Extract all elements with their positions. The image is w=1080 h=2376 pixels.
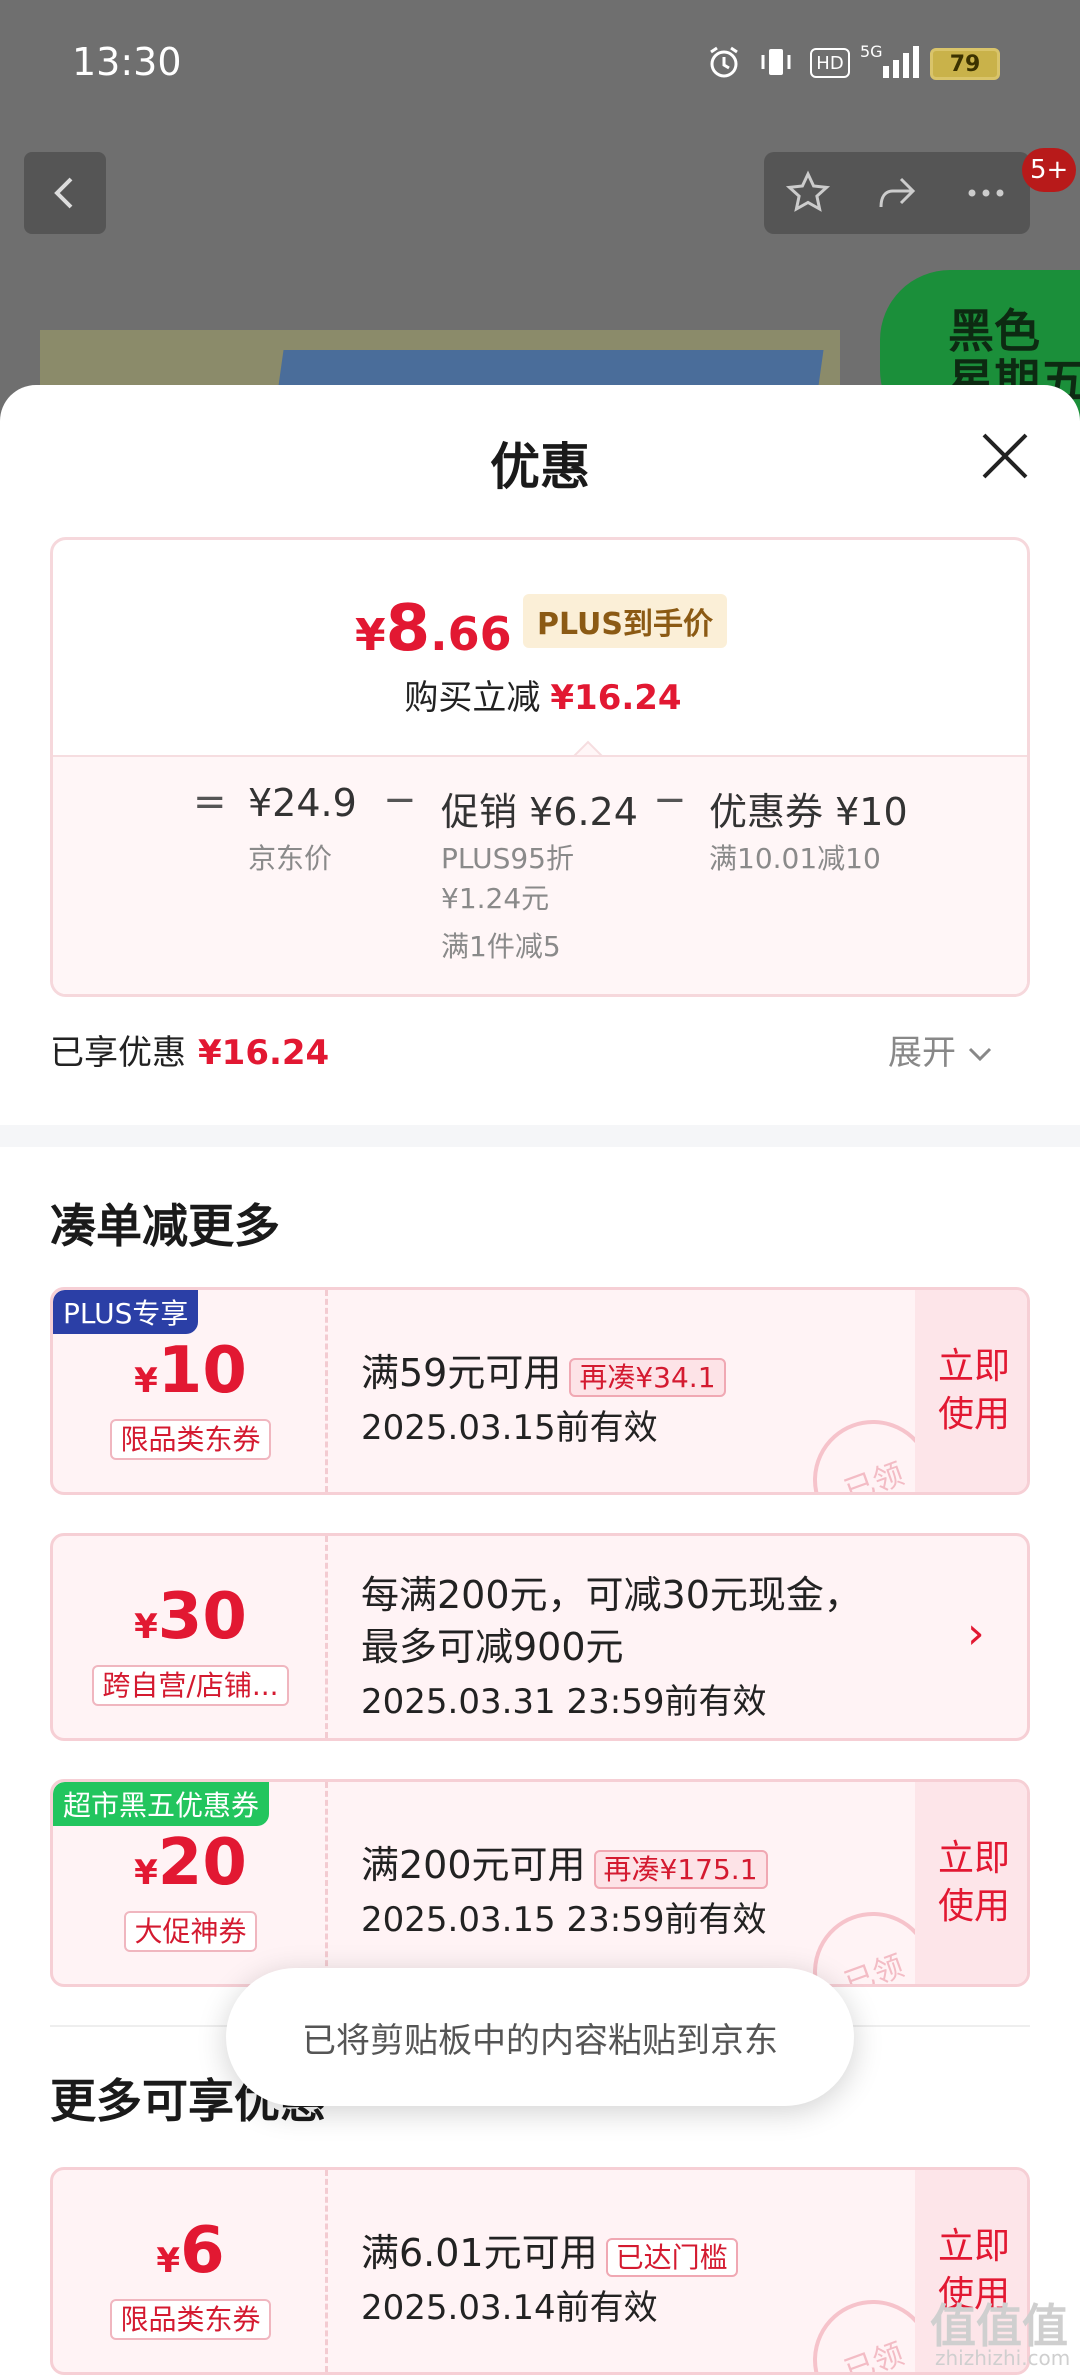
coupon-condition-text: 满59元可用 — [361, 1351, 562, 1395]
clipboard-toast: 已将剪贴板中的内容粘贴到京东 — [226, 1968, 854, 2106]
coupon-value: 10 — [157, 1334, 247, 1408]
coupon-tag: 再凑¥175.1 — [593, 1849, 768, 1889]
chevron-down-icon — [968, 1047, 991, 1062]
promo-label: 促销 — [441, 790, 518, 834]
formula-minus-1: − — [383, 777, 417, 823]
notification-badge: 5+ — [1022, 148, 1077, 192]
promo-value: ¥6.24 — [529, 790, 638, 834]
coupon-amount: ¥30 — [53, 1580, 328, 1654]
coupon-condition: 每满200元，可减30元现金， — [361, 1573, 862, 1617]
vibrate-icon — [756, 44, 796, 80]
price-integer: 8 — [385, 592, 431, 666]
back-arrow-icon — [54, 177, 73, 209]
reduce-label: 购买立减 — [404, 678, 541, 718]
promo-detail-2: ¥1.24元 — [441, 882, 550, 915]
back-button[interactable] — [24, 152, 106, 234]
status-bar: 13:30 HD 5G 79 — [0, 0, 1080, 130]
coupon-value: 20 — [157, 1826, 247, 1900]
coupon-amount: 优惠券 ¥10 — [709, 781, 908, 836]
signal-icon: 5G — [858, 42, 922, 80]
reduce-row: 购买立减 ¥16.24 — [53, 670, 1027, 719]
coupon-type: 跨自营/店铺... — [92, 1665, 289, 1706]
black-friday-coupon-badge: 超市黑五优惠券 — [53, 1782, 270, 1826]
promo-amount: 促销 ¥6.24 — [441, 781, 638, 836]
coupon-date: 2025.03.15 23:59前有效 — [361, 1900, 767, 1940]
coupon-tag: 再凑¥34.1 — [569, 1357, 726, 1397]
coupon-value: 6 — [180, 2214, 225, 2288]
enjoyed-label: 已享优惠 — [50, 1033, 186, 1073]
coupon-type-wrap: 大促神券 — [53, 1910, 328, 1952]
coupon-date: 2025.03.31 23:59前有效 — [361, 1682, 767, 1722]
price-formula: = ¥24.9 京东价 − 促销 ¥6.24 PLUS95折 ¥1.24元 满1… — [53, 755, 1027, 994]
promo-detail-3: 满1件减5 — [441, 930, 561, 963]
coupon-currency: ¥ — [134, 1607, 158, 1647]
coupon-value: 30 — [157, 1580, 247, 1654]
coupon-type-wrap: 跨自营/店铺... — [53, 1664, 328, 1706]
coupon-value: ¥10 — [835, 790, 908, 834]
coupon-currency: ¥ — [156, 2241, 181, 2281]
sheet-title: 优惠 — [490, 438, 590, 496]
status-time: 13:30 — [72, 40, 182, 84]
coupon-type: 大促神券 — [124, 1911, 257, 1952]
promo-detail-1: PLUS95折 — [441, 842, 574, 875]
coupon-condition-text: 满6.01元可用 — [361, 2231, 598, 2275]
coupon-card[interactable]: ¥30 跨自营/店铺... 每满200元，可减30元现金， 最多可减900元 2… — [50, 1533, 1030, 1741]
more-icon[interactable] — [962, 169, 1010, 217]
plus-price-tag: PLUS到手价 — [523, 594, 728, 648]
plus-exclusive-badge: PLUS专享 — [53, 1290, 199, 1334]
coupon-condition-text: 满200元可用 — [361, 1843, 586, 1887]
coupon-condition: 满6.01元可用 已达门槛 — [361, 2222, 738, 2277]
jd-price-label: 京东价 — [248, 842, 333, 875]
enjoyed-discount: 已享优惠 ¥16.24 — [50, 1025, 329, 1074]
battery-icon: 79 — [930, 48, 1000, 80]
alarm-icon — [704, 44, 744, 80]
use-now-button[interactable]: 立即 使用 — [915, 1290, 1027, 1492]
coupon-amount: ¥20 — [53, 1826, 328, 1900]
use-now-button[interactable]: 立即 使用 — [915, 1782, 1027, 1984]
coupon-condition: 满200元可用 再凑¥175.1 — [361, 1834, 768, 1889]
price-currency: ¥ — [355, 610, 386, 661]
coupon-condition: 满59元可用 再凑¥34.1 — [361, 1342, 726, 1397]
hd-icon: HD — [810, 48, 850, 78]
formula-equals: = — [193, 779, 227, 825]
coupon-type: 限品类东券 — [110, 2299, 271, 2340]
coupon-currency: ¥ — [134, 1361, 158, 1401]
enjoyed-value: ¥16.24 — [198, 1033, 330, 1073]
coupon-amount: ¥6 — [53, 2214, 328, 2288]
expand-button[interactable]: 展开 — [888, 1025, 993, 1074]
coupon-card[interactable]: ¥6 限品类东券 满6.01元可用 已达门槛 2025.03.14前有效 已领 立… — [50, 2167, 1030, 2375]
section-title-more: 凑单减更多 — [50, 1199, 280, 1253]
price-summary-card: ¥8.66 PLUS到手价 购买立减 ¥16.24 = ¥24.9 京东价 − 促… — [50, 537, 1030, 997]
network-type: 5G — [860, 42, 883, 61]
section-divider — [0, 1125, 1080, 1147]
share-icon[interactable] — [873, 169, 921, 217]
reduce-value: ¥16.24 — [550, 678, 682, 718]
jd-price: ¥24.9 — [248, 781, 357, 825]
price-decimal: .66 — [430, 607, 512, 661]
coupon-detail: 满10.01减10 — [709, 842, 881, 875]
coupon-date: 2025.03.14前有效 — [361, 2288, 658, 2328]
coupon-date: 2025.03.15前有效 — [361, 1408, 658, 1448]
coupon-condition-2: 最多可减900元 — [361, 1625, 624, 1669]
coupon-currency: ¥ — [134, 1853, 158, 1893]
coupon-card[interactable]: 超市黑五优惠券 ¥20 大促神券 满200元可用 再凑¥175.1 2025.03… — [50, 1779, 1030, 1987]
chevron-right-icon[interactable]: › — [967, 1608, 985, 1659]
coupon-label: 优惠券 — [709, 790, 824, 834]
coupon-amount: ¥10 — [53, 1334, 328, 1408]
coupon-card[interactable]: PLUS专享 ¥10 限品类东券 满59元可用 再凑¥34.1 2025.03.1… — [50, 1287, 1030, 1495]
header-actions — [764, 152, 1030, 234]
price-top: ¥8.66 PLUS到手价 购买立减 ¥16.24 — [53, 540, 1027, 758]
close-icon[interactable] — [978, 429, 1032, 483]
watermark-url: zhizhizhi.com — [935, 2346, 1071, 2370]
coupon-tag: 已达门槛 — [605, 2237, 738, 2277]
final-price: ¥8.66 — [355, 592, 512, 666]
expand-label: 展开 — [888, 1033, 956, 1073]
coupon-type-wrap: 限品类东券 — [53, 2298, 328, 2340]
favorite-star-icon[interactable] — [784, 169, 832, 217]
coupon-type-wrap: 限品类东券 — [53, 1418, 328, 1460]
formula-minus-2: − — [653, 777, 687, 823]
coupon-type: 限品类东券 — [110, 1419, 271, 1460]
